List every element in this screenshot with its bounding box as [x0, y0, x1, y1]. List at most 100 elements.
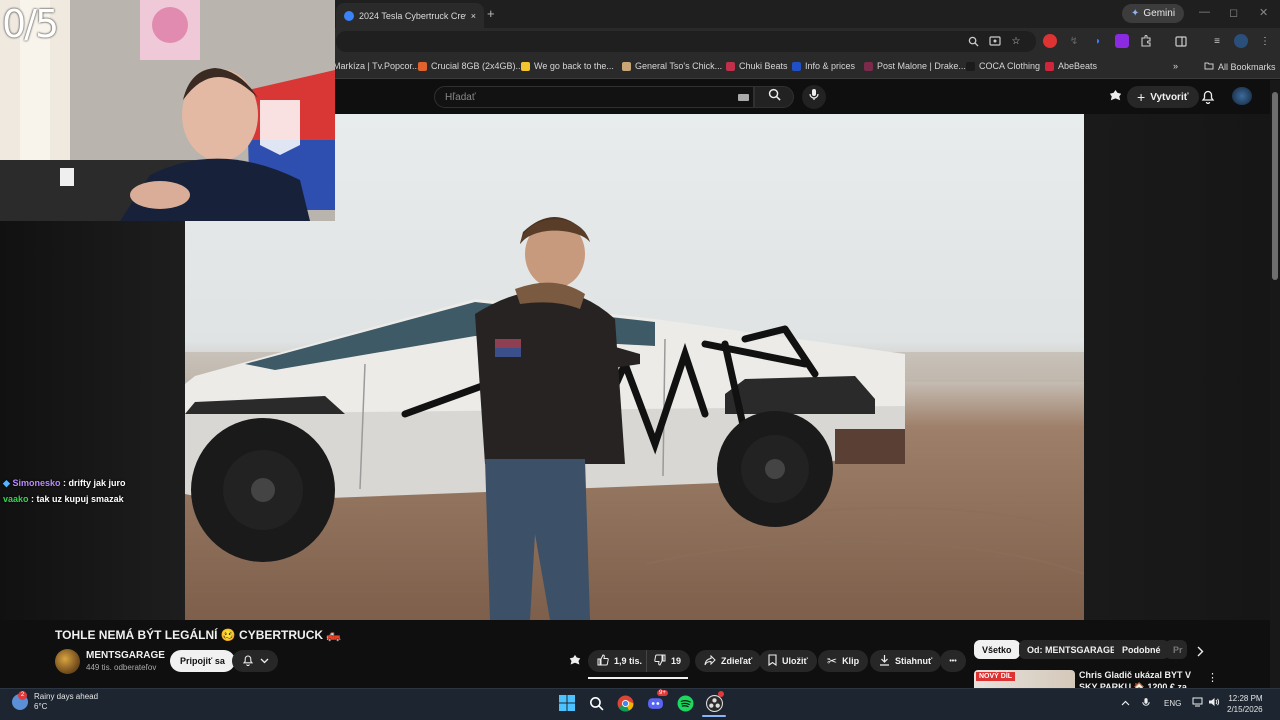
dislike-button[interactable]: 19 — [646, 650, 691, 672]
download-button[interactable]: Stiahnuť — [870, 650, 942, 672]
bookmark-star-icon[interactable]: ☆ — [1009, 34, 1023, 48]
new-tab-button[interactable]: + — [487, 6, 495, 21]
bookmark-label: Markíza | Tv.Popcor... — [333, 61, 420, 71]
obs-icon[interactable] — [705, 691, 724, 712]
chip-from-channel[interactable]: Od: MENTSGARAGE — [1019, 640, 1124, 659]
cast-icon[interactable] — [988, 34, 1002, 48]
bookmark-item[interactable]: Chuki Beats — [726, 61, 788, 71]
search-icon — [768, 88, 781, 106]
like-count: 1,9 tis. — [614, 656, 643, 666]
tab-favicon-icon — [344, 10, 354, 21]
gaming-controller-icon[interactable] — [1108, 89, 1123, 109]
clip-button[interactable]: ✂ Klip — [818, 650, 869, 672]
bookmark-favicon-icon — [864, 61, 873, 71]
close-window-button[interactable]: ✕ — [1259, 6, 1268, 19]
keyboard-icon[interactable] — [738, 94, 749, 101]
channel-name[interactable]: MENTSGARAGE — [86, 650, 165, 661]
create-label: Vytvoriť — [1150, 91, 1189, 103]
taskbar-search-icon[interactable] — [587, 694, 605, 712]
omnibox[interactable] — [336, 31, 1036, 52]
chat-text: : tak uz kupuj smazak — [31, 494, 124, 504]
extensions-puzzle-icon[interactable] — [1139, 34, 1153, 48]
minimize-button[interactable]: — — [1199, 6, 1210, 18]
bookmark-favicon-icon — [521, 61, 530, 71]
language-indicator[interactable]: ENG — [1164, 699, 1181, 708]
zoom-icon[interactable] — [966, 34, 980, 48]
chat-badge-icon: ◆ — [3, 478, 10, 488]
download-icon — [879, 654, 890, 668]
scrollbar-thumb[interactable] — [1272, 92, 1278, 280]
bookmark-item[interactable]: General Tso's Chick... — [622, 61, 722, 71]
all-bookmarks-label: All Bookmarks — [1218, 61, 1276, 72]
bookmark-favicon-icon — [792, 61, 801, 71]
browser-menu-icon[interactable]: ⋮ — [1258, 34, 1272, 48]
bookmark-item[interactable]: Post Malone | Drake... — [864, 61, 966, 71]
extension-red-icon[interactable] — [1043, 34, 1057, 48]
chat-message: ◆ Simonesko : drifty jak juro — [3, 478, 125, 489]
account-avatar[interactable] — [1232, 87, 1252, 105]
tray-display-icon[interactable] — [1192, 697, 1203, 709]
save-button[interactable]: Uložiť — [759, 650, 817, 672]
weather-widget[interactable]: 2 Rainy days ahead 6°C — [12, 691, 99, 712]
notifications-toggle[interactable] — [232, 650, 278, 672]
search-button[interactable] — [754, 86, 794, 108]
more-actions-button[interactable]: ••• — [940, 650, 966, 672]
chip-partial[interactable]: Pr — [1165, 640, 1187, 659]
bookmark-item[interactable]: AbeBeats — [1045, 61, 1097, 71]
tab-close-icon[interactable]: × — [471, 11, 476, 21]
discord-icon[interactable]: 9+ — [646, 690, 668, 712]
join-button[interactable]: Pripojiť sa — [170, 650, 235, 672]
gemini-label: Gemini — [1143, 8, 1176, 19]
extension-grey-icon[interactable]: ↯ — [1067, 34, 1081, 48]
like-button[interactable]: 1,9 tis. — [588, 650, 650, 672]
stream-counter: 0/5 — [2, 2, 59, 46]
clock-date: 2/15/2026 — [1227, 705, 1263, 714]
side-panel-icon[interactable] — [1174, 34, 1188, 48]
profile-avatar[interactable] — [1234, 34, 1248, 48]
recommended-menu-icon[interactable]: ⋮ — [1207, 671, 1218, 684]
chip-all[interactable]: Všetko — [974, 640, 1020, 659]
chrome-icon[interactable] — [616, 694, 634, 712]
share-button[interactable]: Zdieľať — [695, 650, 762, 672]
voice-search-button[interactable] — [802, 85, 826, 109]
tray-mic-icon[interactable] — [1142, 697, 1150, 710]
weather-title: Rainy days ahead — [34, 692, 99, 701]
bookmark-item[interactable]: COCA Clothing — [966, 61, 1040, 71]
extension-blue-icon[interactable]: ◗ — [1091, 34, 1105, 48]
create-button[interactable]: + Vytvoriť — [1127, 86, 1199, 108]
clip-label: Klip — [842, 656, 860, 666]
dislike-count: 19 — [671, 656, 682, 666]
bookmarks-overflow-icon[interactable]: » — [1173, 61, 1178, 71]
recommended-title[interactable]: Chris Gladič ukázal BYT V SKY PARKU 🏠 12… — [1079, 669, 1199, 688]
video-title: TOHLE NEMÁ BÝT LEGÁLNÍ 🥴 CYBERTRUCK 🛻 — [55, 628, 342, 642]
bookmark-item[interactable]: We go back to the... — [521, 61, 614, 71]
chevron-right-icon[interactable] — [1196, 644, 1204, 662]
spotify-icon[interactable] — [676, 694, 694, 712]
bookmark-item[interactable]: Crucial 8GB (2x4GB)... — [418, 61, 523, 71]
obs-recording-dot — [718, 691, 724, 697]
search-input[interactable]: Hľadať — [434, 86, 754, 108]
thumbs-up-icon — [597, 654, 609, 668]
tray-overflow-icon[interactable] — [1121, 699, 1130, 708]
tab-active[interactable]: 2024 Tesla Cybertruck Crew Cab × — [336, 3, 484, 28]
scissors-icon: ✂ — [827, 654, 838, 668]
gemini-button[interactable]: ✦ Gemini — [1122, 4, 1185, 23]
channel-avatar[interactable] — [55, 649, 80, 674]
volume-icon[interactable] — [1208, 697, 1220, 709]
recommended-thumbnail[interactable]: NOVÝ DÍL — [974, 670, 1075, 688]
notifications-bell-icon[interactable] — [1201, 89, 1215, 109]
extension-purple-icon[interactable] — [1115, 34, 1129, 48]
share-label: Zdieľať — [721, 656, 753, 666]
windows-start-icon[interactable] — [558, 694, 576, 712]
subscriber-count: 449 tis. odberateľov — [86, 663, 157, 672]
tab-title: 2024 Tesla Cybertruck Crew Cab — [359, 10, 466, 21]
gaming-sparkle-icon[interactable] — [568, 654, 582, 673]
gemini-sparkle-icon: ✦ — [1131, 8, 1140, 19]
chip-related[interactable]: Podobné — [1114, 640, 1169, 659]
reading-list-icon[interactable]: ≡ — [1210, 34, 1224, 48]
bookmark-label: Crucial 8GB (2x4GB)... — [431, 61, 524, 71]
maximize-button[interactable]: ◻ — [1229, 6, 1238, 19]
bookmark-item[interactable]: Info & prices — [792, 61, 855, 71]
system-clock[interactable]: 12:28 PM 2/15/2026 — [1227, 693, 1263, 715]
all-bookmarks-button[interactable]: All Bookmarks — [1204, 61, 1276, 72]
